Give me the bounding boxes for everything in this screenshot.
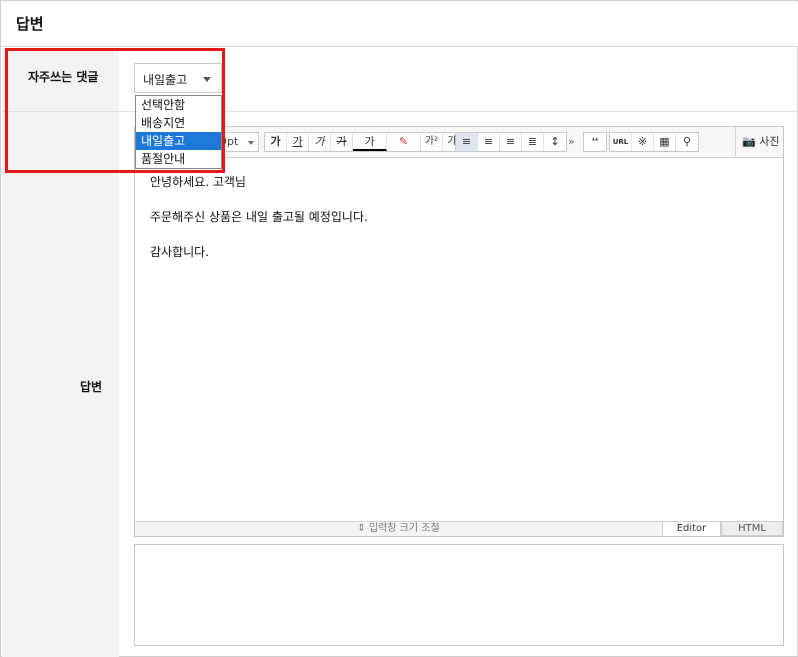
panel-title: 답변 [16, 15, 44, 33]
strike-button[interactable]: 가 [331, 133, 353, 151]
line-height-icon[interactable]: ↕ [544, 133, 566, 151]
photo-button[interactable]: 📷 사진 [735, 127, 783, 157]
resize-label: 입력창 크기 조절 [368, 523, 440, 534]
photo-label: 사진 [759, 135, 780, 148]
editor-toolbar: 9pt 가 가 가 가 가 ✎ 가² 가₁ ≡ ≡ ≡ ≣ ↕ » ❛❛ URL… [135, 127, 783, 158]
content-line: 안녕하세요. 고객님 [150, 175, 246, 189]
option-delay[interactable]: 배송지연 [136, 114, 221, 132]
special-char-button[interactable]: ※ [632, 133, 654, 151]
quote-button[interactable]: ❛❛ [584, 133, 606, 151]
table-icon[interactable]: ▦ [654, 133, 676, 151]
select-value: 내일출고 [143, 73, 188, 87]
font-size-value: 9pt [220, 135, 239, 148]
row-divider [2, 111, 798, 112]
italic-button[interactable]: 가 [309, 133, 331, 151]
underline-button[interactable]: 가 [287, 133, 309, 151]
text-style-group: 가 가 가 가 가 ✎ 가² 가₁ [264, 132, 466, 152]
secondary-textarea[interactable] [134, 544, 784, 646]
content-line: 감사합니다. [150, 245, 210, 259]
content-line: 주문해주신 상품은 내일 출고될 예정입니다. [150, 210, 368, 224]
option-out-of-stock[interactable]: 품절안내 [136, 150, 221, 168]
answer-label: 답변 [80, 380, 103, 394]
resize-icon: ⇕ [357, 523, 366, 534]
align-center-icon[interactable]: ≡ [478, 133, 500, 151]
insert-group: URL ※ ▦ ⚲ [609, 132, 699, 152]
tab-html[interactable]: HTML [721, 521, 783, 536]
search-icon[interactable]: ⚲ [676, 133, 698, 151]
editor-content[interactable]: 안녕하세요. 고객님 주문해주신 상품은 내일 출고될 예정입니다. 감사합니다… [150, 173, 368, 278]
frequent-reply-dropdown[interactable]: 선택안함 배송지연 내일출고 품절안내 [135, 95, 222, 169]
frequent-reply-label: 자주쓰는 댓글 [28, 70, 99, 84]
align-justify-icon[interactable]: ≣ [522, 133, 544, 151]
option-none[interactable]: 선택안함 [136, 96, 221, 114]
rich-text-editor: 9pt 가 가 가 가 가 ✎ 가² 가₁ ≡ ≡ ≡ ≣ ↕ » ❛❛ URL… [134, 126, 784, 537]
answer-panel: 답변 자주쓰는 댓글 답변 내일출고 선택안함 배송지연 내일출고 품절안내 9… [0, 0, 798, 657]
align-group: ≡ ≡ ≡ ≣ ↕ [455, 132, 567, 152]
tab-editor[interactable]: Editor [662, 521, 721, 536]
align-right-icon[interactable]: ≡ [500, 133, 522, 151]
resize-handle[interactable]: ⇕ 입력창 크기 조절 [135, 521, 662, 536]
option-ship-tomorrow[interactable]: 내일출고 [136, 132, 221, 150]
url-button[interactable]: URL [610, 133, 632, 151]
align-left-icon[interactable]: ≡ [456, 133, 478, 151]
camera-icon: 📷 [742, 135, 756, 148]
quote-group: ❛❛ [583, 132, 607, 152]
font-color-button[interactable]: 가 [353, 133, 387, 151]
panel-header: 답변 [2, 2, 798, 47]
chevron-down-icon [203, 77, 211, 82]
bold-button[interactable]: 가 [265, 133, 287, 151]
highlight-color-icon[interactable]: ✎ [387, 133, 421, 151]
more-tools-button[interactable]: » [568, 133, 575, 151]
superscript-button[interactable]: 가² [421, 133, 443, 151]
frequent-reply-select[interactable]: 내일출고 [134, 63, 222, 93]
label-column [2, 48, 119, 657]
